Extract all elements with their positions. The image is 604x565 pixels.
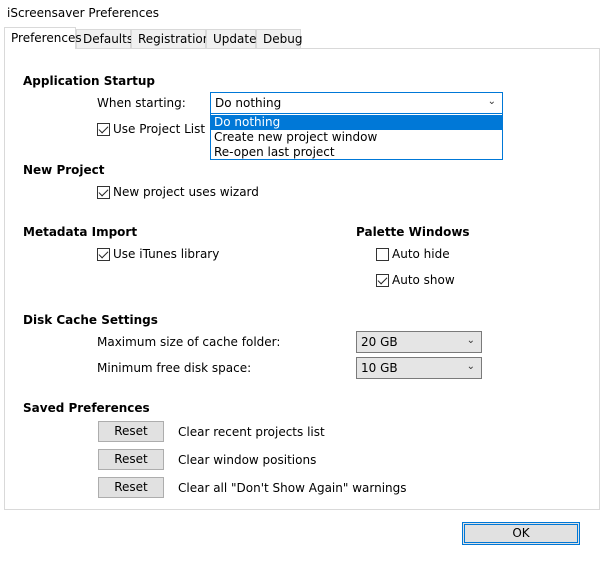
option-reopen-last-project[interactable]: Re-open last project: [211, 145, 502, 160]
clear-recent-projects-label: Clear recent projects list: [178, 425, 325, 439]
min-free-space-value: 10 GB: [361, 361, 398, 375]
disk-cache-heading: Disk Cache Settings: [23, 313, 158, 327]
use-project-list-label: Use Project List wi: [113, 122, 209, 136]
tab-preferences[interactable]: Preferences: [4, 27, 82, 49]
when-starting-value: Do nothing: [215, 96, 282, 110]
auto-hide-label: Auto hide: [392, 247, 450, 261]
title-bar: iScreensaver Preferences: [0, 0, 604, 27]
new-project-wizard-label: New project uses wizard: [113, 185, 259, 199]
use-project-list-checkbox[interactable]: [97, 123, 110, 136]
use-itunes-library-checkbox[interactable]: [97, 248, 110, 261]
clear-window-positions-label: Clear window positions: [178, 453, 317, 467]
max-cache-size-select[interactable]: 20 GB ⌄: [356, 331, 482, 353]
use-itunes-library-label: Use iTunes library: [113, 247, 220, 261]
new-project-heading: New Project: [23, 163, 105, 177]
ok-button-label: OK: [512, 526, 530, 540]
application-startup-heading: Application Startup: [23, 74, 155, 88]
clear-dont-show-again-label: Clear all "Don't Show Again" warnings: [178, 481, 407, 495]
chevron-down-icon: ⌄: [466, 335, 475, 346]
chevron-down-icon: ⌄: [466, 361, 475, 372]
option-do-nothing[interactable]: Do nothing: [211, 115, 502, 130]
auto-show-checkbox[interactable]: [376, 274, 389, 287]
when-starting-label: When starting:: [97, 96, 186, 110]
when-starting-select[interactable]: Do nothing ⌄: [210, 92, 503, 114]
ok-button[interactable]: OK: [462, 522, 580, 545]
reset-window-positions-button[interactable]: Reset: [98, 449, 164, 470]
min-free-space-label: Minimum free disk space:: [97, 361, 252, 375]
chevron-down-icon: ⌄: [487, 96, 496, 107]
saved-preferences-heading: Saved Preferences: [23, 401, 150, 415]
tab-defaults[interactable]: Defaults: [76, 29, 133, 48]
tab-debug[interactable]: Debug: [256, 29, 302, 48]
auto-show-label: Auto show: [392, 273, 455, 287]
min-free-space-select[interactable]: 10 GB ⌄: [356, 357, 482, 379]
reset-recent-projects-button[interactable]: Reset: [98, 421, 164, 442]
max-cache-size-value: 20 GB: [361, 335, 398, 349]
metadata-import-heading: Metadata Import: [23, 225, 138, 239]
tab-registration[interactable]: Registration: [131, 29, 210, 48]
reset-dont-show-again-button[interactable]: Reset: [98, 477, 164, 498]
auto-hide-checkbox[interactable]: [376, 248, 389, 261]
new-project-wizard-checkbox[interactable]: [97, 186, 110, 199]
window-title: iScreensaver Preferences: [7, 6, 160, 20]
option-create-new-project-window[interactable]: Create new project window: [211, 130, 502, 145]
tab-strip: Preferences Defaults Registration Update…: [0, 27, 604, 49]
max-cache-size-label: Maximum size of cache folder:: [97, 335, 281, 349]
when-starting-dropdown-list: Do nothing Create new project window Re-…: [210, 113, 503, 160]
tab-update[interactable]: Update: [206, 29, 256, 48]
palette-windows-heading: Palette Windows: [356, 225, 470, 239]
